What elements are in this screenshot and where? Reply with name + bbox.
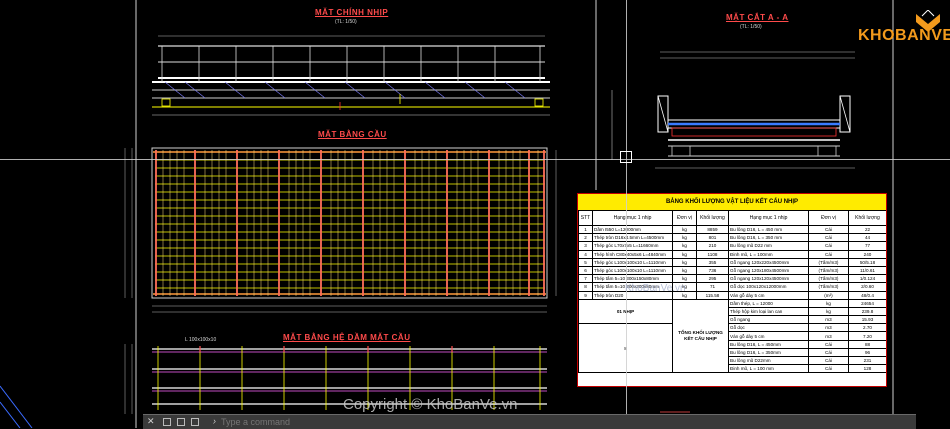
summary-row: 8 Gỗ dọcm32.70	[578, 323, 886, 374]
deck-plan-view	[124, 147, 557, 313]
watermark-main: Copyright © KhoBanVe.vn	[343, 396, 518, 413]
section-view	[611, 51, 855, 169]
table-row: 5 Thép góc L100x100x10 L=1110mm kg 355 Gỗ ng…	[578, 257, 886, 267]
table-row: 4 Thép hình C80x40x5x6 L=4840mm kg 1108 Đinh…	[578, 249, 886, 259]
header-stt: STT	[578, 210, 593, 226]
close-icon[interactable]: ✕	[147, 416, 155, 427]
summary-row: 01 NHỊP TỔNG KHỐI LƯỢNG KẾT CẤU NHỊP Dầm…	[578, 298, 886, 374]
section-view-title: MẶT CẮT A - A	[726, 13, 789, 22]
header-qty-2: Khối lượng	[848, 210, 886, 226]
logo-text: KHOBANVE	[858, 27, 950, 44]
header-unit-1: Đơn vị	[672, 210, 697, 226]
table-row: 6 Thép góc L100x100x10 L=1110mm kg 736 Gỗ ng…	[578, 265, 886, 276]
recent-commands-icon[interactable]	[177, 418, 185, 426]
dropdown-icon[interactable]	[191, 418, 199, 426]
elevation-view-scale: (TL: 1/50)	[335, 19, 357, 25]
summary-group: TỔNG KHỐI LƯỢNG KẾT CẤU NHỊP	[672, 298, 729, 374]
table-row: 2 Thép tròn D16x4.5mm L=4500mm kg 801 Bu lôn…	[578, 233, 886, 243]
bom-table-title: BẢNG KHỐI LƯỢNG VẬT LIỆU KẾT CẤU NHỊP	[578, 194, 886, 211]
header-unit-2: Đơn vị	[808, 210, 849, 226]
wrench-icon[interactable]	[163, 418, 171, 426]
axis-lines	[0, 385, 33, 428]
command-input[interactable]	[221, 416, 521, 427]
bom-header-row: STT Hạng mục 1 nhịp Đơn vị Khối lượng Hạ…	[578, 210, 886, 226]
crosshair-horizontal	[0, 159, 950, 160]
crosshair-vertical	[626, 0, 627, 414]
watermark-secondary: KhoBanVe.vn	[625, 283, 686, 294]
header-item-1: Hạng mục 1 nhịp	[592, 210, 673, 226]
table-row: 3 Thép góc L70x7x5 L=11660mm kg 210 Bu lông …	[578, 241, 886, 251]
header-item-2: Hạng mục 1 nhịp	[728, 210, 809, 226]
command-line-bar: ✕ ›	[143, 414, 916, 429]
table-row: 7 Thép tấm 5=10 300x150x80mm kg 295 Gỗ ngang…	[578, 274, 886, 284]
table-row: 1 Dầm I550 L=12000mm kg 8859 Bu lông D16, L …	[578, 224, 886, 235]
section-view-scale: (TL: 1/50)	[740, 24, 762, 30]
command-prompt-glyph: ›	[213, 416, 216, 426]
bom-table: BẢNG KHỐI LƯỢNG VẬT LIỆU KẾT CẤU NHỊP ST…	[577, 193, 887, 387]
beam-plan-label: L 100x100x10	[185, 337, 217, 343]
deck-plan-view-title: MẶT BẰNG CẦU	[318, 130, 387, 139]
elevation-view	[152, 35, 550, 116]
elevation-view-title: MẶT CHÍNH NHỊP	[315, 8, 389, 17]
header-qty-1: Khối lượng	[696, 210, 729, 226]
pickbox-cursor	[620, 151, 632, 163]
beam-plan-view-title: MẶT BẰNG HỆ DẦM MẶT CẦU	[283, 333, 411, 342]
